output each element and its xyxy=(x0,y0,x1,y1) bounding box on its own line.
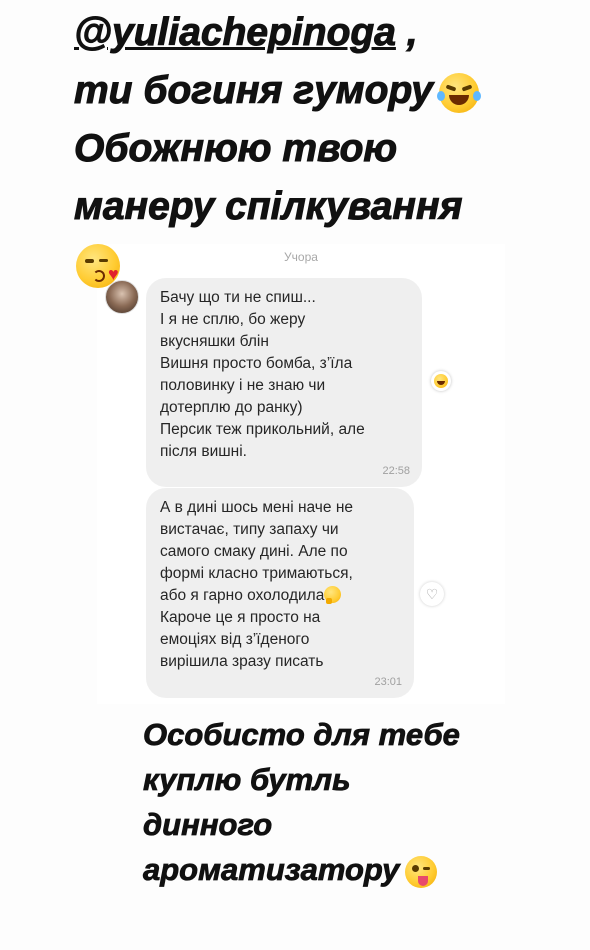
message-line: Вишня просто бомба, з’їла xyxy=(160,355,353,372)
message-line: І я не сплю, бо жеру xyxy=(160,311,306,328)
message-bubble[interactable]: А в дині шось мені наче не вистачає, тип… xyxy=(146,488,414,698)
message-bubble[interactable]: Бачу що ти не спиш... І я не сплю, бо же… xyxy=(146,278,422,487)
caption-line-1: Особисто для тебе xyxy=(143,717,461,753)
message-line: Персик теж прикольний, але xyxy=(160,421,365,438)
message-line-with-emoji: або я гарно охолодила xyxy=(160,585,400,607)
laughing-emoji-icon xyxy=(436,72,481,113)
grinning-reaction-icon[interactable] xyxy=(431,371,451,391)
message-line: вирішила зразу писать xyxy=(160,653,324,670)
thinking-emoji-icon xyxy=(324,586,342,604)
message-line: вистачає, типу запаху чи xyxy=(160,521,339,538)
message-line: Кароче це я просто на xyxy=(160,609,321,626)
message-line: вкусняшки блін xyxy=(160,333,269,350)
heart-icon[interactable]: ♡ xyxy=(420,582,444,606)
message-line: дотерплю до ранку) xyxy=(160,399,303,416)
message-line: А в дині шось мені наче не xyxy=(160,499,353,516)
caption-line-2-text: ти богиня гумору xyxy=(74,69,434,113)
user-mention-link[interactable]: @yuliachepinoga xyxy=(74,11,397,55)
chat-date-label: Учора xyxy=(284,250,318,264)
story-caption-bottom: Особисто для тебе куплю бутль динного ар… xyxy=(143,712,583,892)
caption-line-2: куплю бутль xyxy=(143,762,351,798)
caption-line-4: ароматизатору xyxy=(143,847,583,892)
message-timestamp: 22:58 xyxy=(382,465,410,477)
caption-line-2: ти богиня гумору xyxy=(74,62,584,120)
chat-screenshot: Учора Бачу що ти не спиш... І я не сплю,… xyxy=(97,244,505,704)
message-line-text: або я гарно охолодила xyxy=(160,587,325,604)
message-line: Бачу що ти не спиш... xyxy=(160,289,316,306)
message-line: самого смаку дині. Але по xyxy=(160,543,348,560)
avatar[interactable] xyxy=(105,280,139,314)
mention-suffix: , xyxy=(395,11,418,55)
winking-tongue-emoji-icon xyxy=(405,855,438,888)
caption-line-4-text: ароматизатору xyxy=(143,852,400,888)
caption-line-3: Обожнюю твою xyxy=(74,127,398,171)
caption-line-1: @yuliachepinoga , xyxy=(74,4,584,62)
kiss-emoji-icon: ♥ xyxy=(76,244,120,288)
message-line: після вишні. xyxy=(160,443,247,460)
message-line: половинку і не знаю чи xyxy=(160,377,326,394)
message-line: емоціях від з’їденого xyxy=(160,631,310,648)
caption-line-4: манеру спілкування xyxy=(74,185,463,229)
message-timestamp: 23:01 xyxy=(374,676,402,688)
story-caption-top: @yuliachepinoga , ти богиня гумору Обожн… xyxy=(74,4,584,236)
caption-line-3: динного xyxy=(143,807,273,843)
message-line: формі класно тримаються, xyxy=(160,565,353,582)
